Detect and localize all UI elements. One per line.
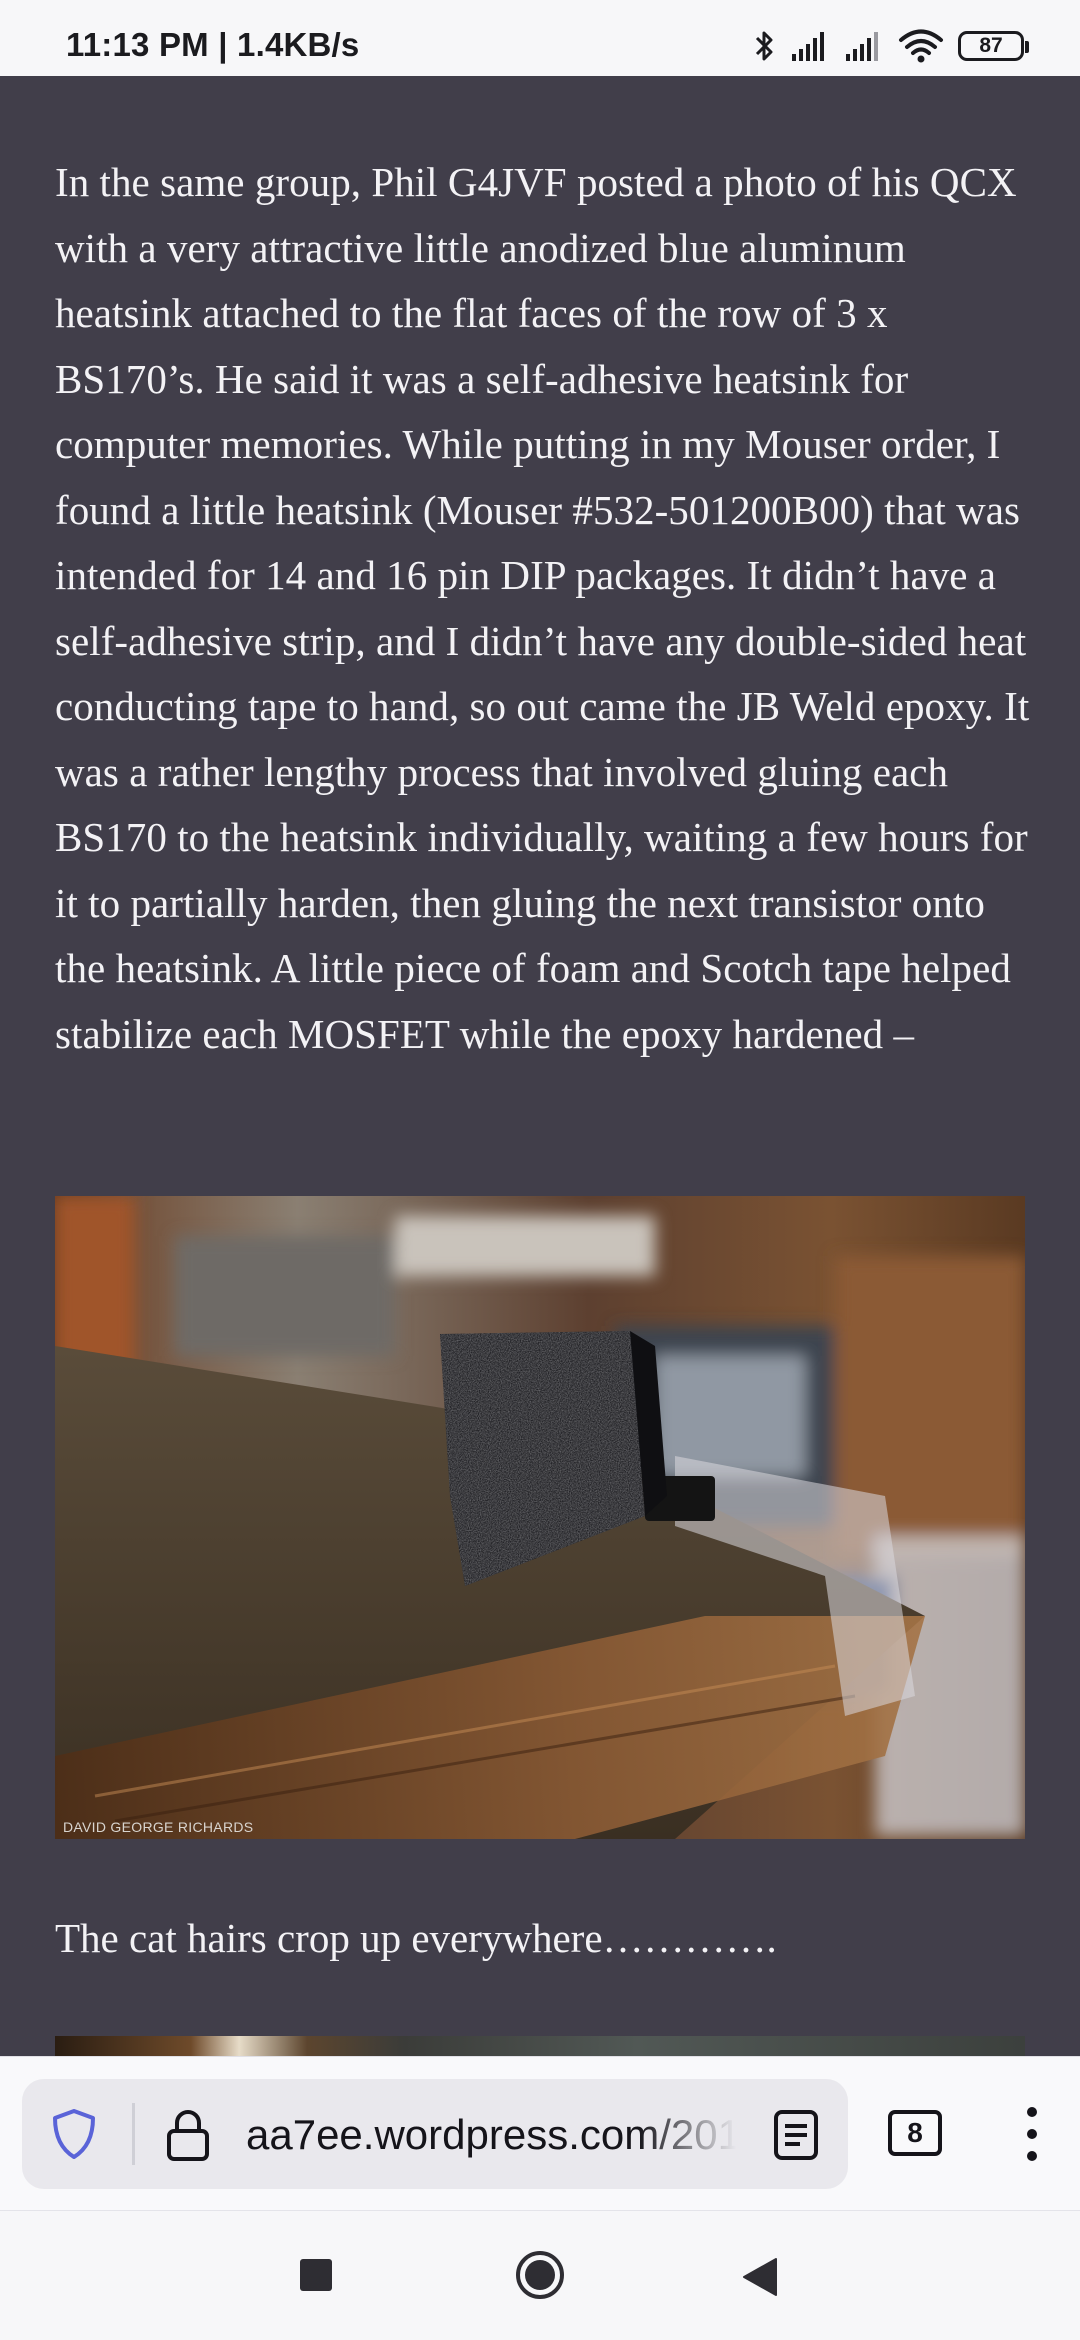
status-time: 11:13 PM | 1.4KB/s	[66, 26, 360, 63]
bluetooth-icon	[754, 28, 776, 64]
next-article-image[interactable]	[55, 2036, 1025, 2056]
article-body: In the same group, Phil G4JVF posted a p…	[55, 150, 1045, 1067]
url-bar[interactable]: aa7ee.wordpress.com/201	[22, 2079, 848, 2189]
lock-icon[interactable]	[162, 2107, 214, 2163]
screen: 11:13 PM | 1.4KB/s 87 In the same group,…	[0, 0, 1080, 2340]
article-paragraph: In the same group, Phil G4JVF posted a p…	[55, 159, 1030, 1057]
recents-icon[interactable]	[300, 2259, 332, 2291]
signal-icon	[844, 30, 884, 62]
url-divider	[132, 2103, 135, 2165]
photo-credit: DAVID GEORGE RICHARDS	[63, 1819, 254, 1835]
battery-icon: 87	[958, 31, 1029, 61]
more-menu-icon[interactable]	[1016, 2104, 1048, 2164]
system-nav-bar	[0, 2210, 1080, 2340]
url-text[interactable]: aa7ee.wordpress.com/201	[246, 2107, 736, 2163]
tabs-icon[interactable]: 8	[888, 2110, 942, 2156]
status-bar: 11:13 PM | 1.4KB/s 87	[0, 0, 1080, 76]
photo-foam-on-bench	[55, 1196, 1025, 1839]
home-icon[interactable]	[514, 2249, 566, 2301]
shield-icon[interactable]	[46, 2106, 102, 2162]
wifi-icon	[898, 29, 944, 63]
article-photo[interactable]: DAVID GEORGE RICHARDS	[55, 1196, 1025, 1839]
signal-icon	[790, 30, 830, 62]
reader-view-icon[interactable]	[770, 2108, 822, 2162]
status-icons: 87	[754, 26, 1029, 66]
back-icon[interactable]	[740, 2255, 780, 2299]
article-caption: The cat hairs crop up everywhere………….	[55, 1915, 777, 1961]
